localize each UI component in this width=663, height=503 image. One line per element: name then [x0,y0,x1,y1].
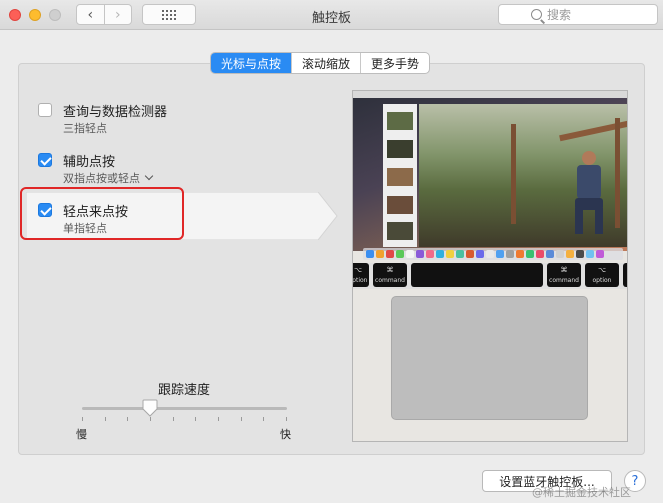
secondary-click-checkbox[interactable] [38,153,52,167]
search-field[interactable]: 搜索 [498,4,658,25]
person-illustration [575,151,603,234]
forward-button[interactable]: › [103,5,132,24]
chevron-down-icon [144,171,154,181]
dock-app-icon [506,250,514,258]
navigation-buttons: ‹ › [76,4,132,25]
slider-tick [150,417,151,421]
dock-app-icon [466,250,474,258]
title-bar: ‹ › 触控板 搜索 [0,0,663,30]
dock-app-icon [536,250,544,258]
option-subtitle: 三指轻点 [63,122,107,135]
tab-more-gestures[interactable]: 更多手势 [360,53,429,73]
lookup-checkbox[interactable] [38,103,52,117]
dock-app-icon [496,250,504,258]
slider-tick [173,417,174,421]
chevron-left-icon: ‹ [87,6,94,23]
preview-trackpad [391,296,588,420]
option-title: 辅助点按 [63,155,116,170]
preview-photo-sidebar [383,104,417,247]
secondary-click-dropdown[interactable]: 双指点按或轻点 [63,170,154,186]
dock-app-icon [376,250,384,258]
slider-tick [82,417,83,421]
option-subtitle: 双指点按或轻点 [63,172,140,185]
dock-app-icon [566,250,574,258]
dock-app-icon [596,250,604,258]
zoom-window-button[interactable] [49,9,61,21]
slider-tick [105,417,106,421]
preview-dock [363,248,623,260]
preview-main-photo [419,104,627,247]
grid-icon [162,9,176,20]
slider-knob[interactable] [142,399,158,417]
dock-app-icon [576,250,584,258]
option-title: 查询与数据检测器 [63,105,168,120]
preview-screen [353,91,627,260]
slider-tick [195,417,196,421]
tab-scroll-zoom[interactable]: 滚动缩放 [291,53,360,73]
search-icon [531,9,542,20]
dock-app-icon [516,250,524,258]
slider-tick [241,417,242,421]
annotation-highlight-box [20,187,184,240]
dock-app-icon [556,250,564,258]
dock-app-icon [386,250,394,258]
fast-label: 快 [280,428,291,441]
back-button[interactable]: ‹ [77,5,104,24]
dock-app-icon [366,250,374,258]
tab-bar: 光标与点按 滚动缩放 更多手势 [210,52,431,74]
preview-keyboard: ⌥option ⌘command ⌘command ⌥option ◀ [353,263,627,289]
tab-point-click[interactable]: 光标与点按 [211,53,292,73]
dock-app-icon [526,250,534,258]
minimize-window-button[interactable] [29,9,41,21]
dock-app-icon [416,250,424,258]
dock-app-icon [586,250,594,258]
dock-app-icon [436,250,444,258]
slider-tick [286,417,287,421]
dock-app-icon [396,250,404,258]
dock-app-icon [546,250,554,258]
tracking-speed-slider[interactable] [82,407,287,410]
close-window-button[interactable] [9,9,21,21]
dock-app-icon [456,250,464,258]
dock-app-icon [476,250,484,258]
search-placeholder: 搜索 [547,8,572,22]
preview-menubar [353,91,627,98]
watermark: @稀土掘金技术社区 [532,486,631,499]
slider-tick [127,417,128,421]
slider-tick [263,417,264,421]
gesture-preview: ⌥option ⌘command ⌘command ⌥option ◀ [352,90,628,442]
dock-app-icon [486,250,494,258]
show-all-button[interactable] [142,4,196,25]
slider-tick [218,417,219,421]
dock-app-icon [406,250,414,258]
dock-app-icon [426,250,434,258]
dock-app-icon [446,250,454,258]
chevron-right-icon: › [114,6,121,23]
slow-label: 慢 [76,428,87,441]
tracking-speed-label: 跟踪速度 [157,383,210,398]
